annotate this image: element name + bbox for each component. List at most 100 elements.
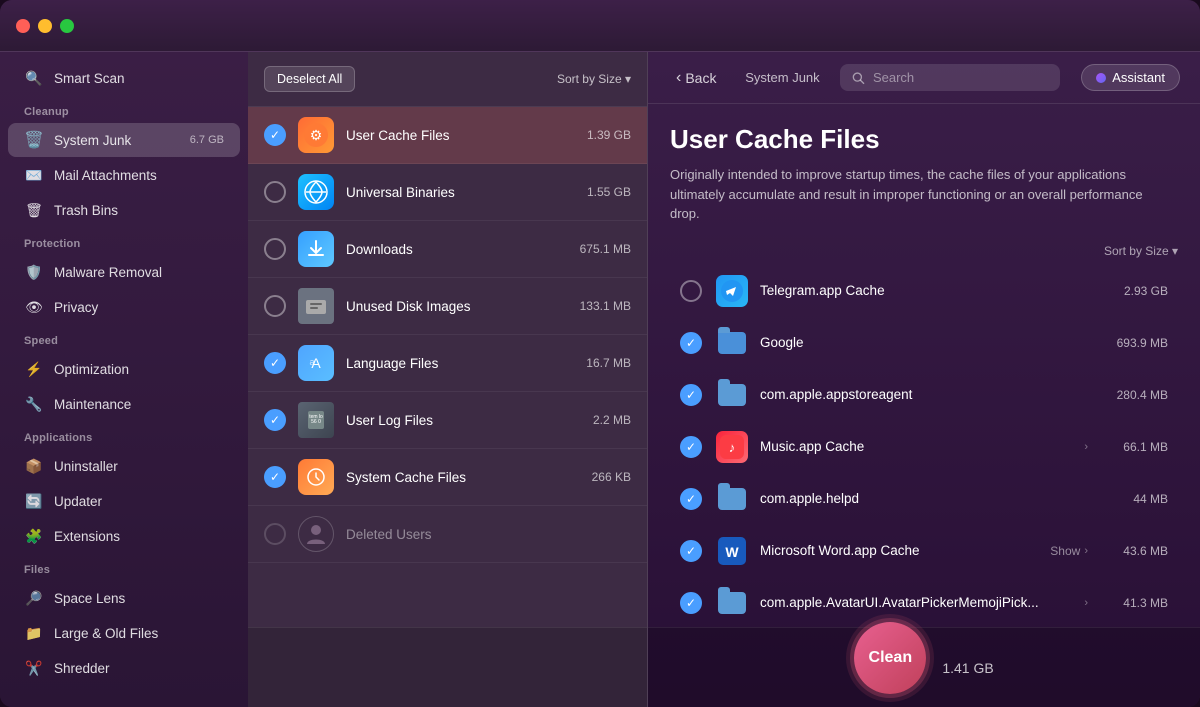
search-input[interactable] (873, 70, 1048, 85)
appstoreagent-folder-icon (716, 379, 748, 411)
deselect-all-button[interactable]: Deselect All (264, 66, 355, 92)
file-item-user-cache[interactable]: ⚙ User Cache Files 1.39 GB (248, 107, 647, 164)
app-window: 🔍 Smart Scan Cleanup 🗑️ System Junk 6.7 … (0, 0, 1200, 707)
cache-item-helpd[interactable]: com.apple.helpd 44 MB (670, 474, 1178, 524)
deleted-users-icon (298, 516, 334, 552)
cache-size: 43.6 MB (1098, 544, 1168, 558)
shredder-icon: ✂️ (24, 658, 44, 678)
right-sort-by[interactable]: Sort by Size ▾ (670, 244, 1178, 258)
sidebar-item-space-lens[interactable]: 🔎 Space Lens (8, 581, 240, 615)
sidebar-item-label: Trash Bins (54, 203, 118, 218)
google-folder-icon (716, 327, 748, 359)
cache-item-appstoreagent[interactable]: com.apple.appstoreagent 280.4 MB (670, 370, 1178, 420)
cache-name: Microsoft Word.app Cache (760, 543, 1050, 558)
check-circle[interactable] (264, 466, 286, 488)
avatarui-chevron-icon: › (1084, 597, 1088, 609)
svg-text:a: a (309, 357, 314, 367)
cache-name: com.apple.appstoreagent (760, 387, 1098, 402)
check-circle[interactable] (264, 295, 286, 317)
cache-name: Telegram.app Cache (760, 283, 1098, 298)
system-junk-header-label: System Junk (745, 70, 819, 85)
middle-sort-by[interactable]: Sort by Size ▾ (557, 72, 631, 86)
file-name: Unused Disk Images (346, 299, 580, 314)
file-item-universal-binaries[interactable]: Universal Binaries 1.55 GB (248, 164, 647, 221)
cache-check[interactable] (680, 280, 702, 302)
check-circle[interactable] (264, 409, 286, 431)
word-chevron-icon: › (1084, 545, 1088, 557)
file-name: Universal Binaries (346, 185, 587, 200)
space-lens-icon: 🔎 (24, 588, 44, 608)
file-item-downloads[interactable]: Downloads 675.1 MB (248, 221, 647, 278)
file-size: 1.39 GB (587, 128, 631, 142)
check-circle[interactable] (264, 124, 286, 146)
sidebar-item-shredder[interactable]: ✂️ Shredder (8, 651, 240, 685)
sidebar-item-label: Uninstaller (54, 459, 118, 474)
check-circle[interactable] (264, 238, 286, 260)
right-header: ‹ Back System Junk Assistant (648, 52, 1200, 104)
back-button[interactable]: ‹ Back (668, 65, 724, 91)
system-junk-icon: 🗑️ (24, 130, 44, 150)
word-show-label: Show (1050, 544, 1080, 558)
sidebar-item-optimization[interactable]: ⚡ Optimization (8, 352, 240, 386)
file-name: Language Files (346, 356, 586, 371)
protection-section-label: Protection (0, 228, 248, 254)
cache-size: 2.93 GB (1098, 284, 1168, 298)
sidebar-item-malware-removal[interactable]: 🛡️ Malware Removal (8, 255, 240, 289)
sidebar-item-smart-scan[interactable]: 🔍 Smart Scan (8, 61, 240, 95)
sidebar-item-large-old-files[interactable]: 📁 Large & Old Files (8, 616, 240, 650)
sidebar-item-label: Large & Old Files (54, 626, 158, 641)
cleanup-section-label: Cleanup (0, 96, 248, 122)
cache-item-word[interactable]: W Microsoft Word.app Cache Show › 43.6 M… (670, 526, 1178, 576)
cache-item-telegram[interactable]: Telegram.app Cache 2.93 GB (670, 266, 1178, 316)
speed-section-label: Speed (0, 325, 248, 351)
assistant-button[interactable]: Assistant (1081, 64, 1180, 91)
search-bar[interactable] (840, 64, 1060, 91)
cache-name: com.apple.helpd (760, 491, 1098, 506)
svg-text:♪: ♪ (729, 440, 736, 455)
file-item-deleted-users[interactable]: Deleted Users (248, 506, 647, 563)
maximize-button[interactable] (60, 19, 74, 33)
back-label: Back (685, 70, 716, 86)
cache-check[interactable] (680, 592, 702, 614)
file-size: 266 KB (592, 470, 631, 484)
cache-name: com.apple.AvatarUI.AvatarPickerMemojiPic… (760, 595, 1084, 610)
file-list: ⚙ User Cache Files 1.39 GB Universal Bin… (248, 107, 647, 627)
mail-icon: ✉️ (24, 165, 44, 185)
check-circle[interactable] (264, 523, 286, 545)
file-item-unused-disk-images[interactable]: Unused Disk Images 133.1 MB (248, 278, 647, 335)
file-item-language-files[interactable]: Aa Language Files 16.7 MB (248, 335, 647, 392)
cache-item-music[interactable]: ♪ Music.app Cache › 66.1 MB (670, 422, 1178, 472)
check-circle[interactable] (264, 352, 286, 374)
cache-item-avatarui[interactable]: com.apple.AvatarUI.AvatarPickerMemojiPic… (670, 578, 1178, 628)
file-size: 2.2 MB (593, 413, 631, 427)
check-circle[interactable] (264, 181, 286, 203)
clean-button[interactable]: Clean (854, 622, 926, 694)
cache-check[interactable] (680, 436, 702, 458)
sidebar-item-updater[interactable]: 🔄 Updater (8, 484, 240, 518)
svg-text:W: W (725, 544, 739, 560)
sidebar-item-trash-bins[interactable]: 🗑 Trash Bins (8, 193, 240, 227)
sidebar-item-label: Shredder (54, 661, 110, 676)
file-item-user-log-files[interactable]: tem lo56 0 User Log Files 2.2 MB (248, 392, 647, 449)
sidebar-item-privacy[interactable]: 👁 Privacy (8, 290, 240, 324)
user-cache-icon: ⚙ (298, 117, 334, 153)
sidebar-item-label: Malware Removal (54, 265, 162, 280)
cache-check[interactable] (680, 488, 702, 510)
back-chevron-icon: ‹ (676, 69, 681, 87)
close-button[interactable] (16, 19, 30, 33)
file-item-system-cache[interactable]: System Cache Files 266 KB (248, 449, 647, 506)
cache-check[interactable] (680, 540, 702, 562)
sidebar-item-uninstaller[interactable]: 📦 Uninstaller (8, 449, 240, 483)
sidebar-item-extensions[interactable]: 🧩 Extensions (8, 519, 240, 553)
disk-images-icon (298, 288, 334, 324)
minimize-button[interactable] (38, 19, 52, 33)
cache-check[interactable] (680, 332, 702, 354)
cache-item-google[interactable]: Google 693.9 MB (670, 318, 1178, 368)
content-area: 🔍 Smart Scan Cleanup 🗑️ System Junk 6.7 … (0, 52, 1200, 707)
sidebar-item-maintenance[interactable]: 🔧 Maintenance (8, 387, 240, 421)
svg-text:⚙: ⚙ (310, 127, 323, 143)
page-title: User Cache Files (670, 124, 1178, 155)
sidebar-item-system-junk[interactable]: 🗑️ System Junk 6.7 GB (8, 123, 240, 157)
sidebar-item-mail-attachments[interactable]: ✉️ Mail Attachments (8, 158, 240, 192)
cache-check[interactable] (680, 384, 702, 406)
